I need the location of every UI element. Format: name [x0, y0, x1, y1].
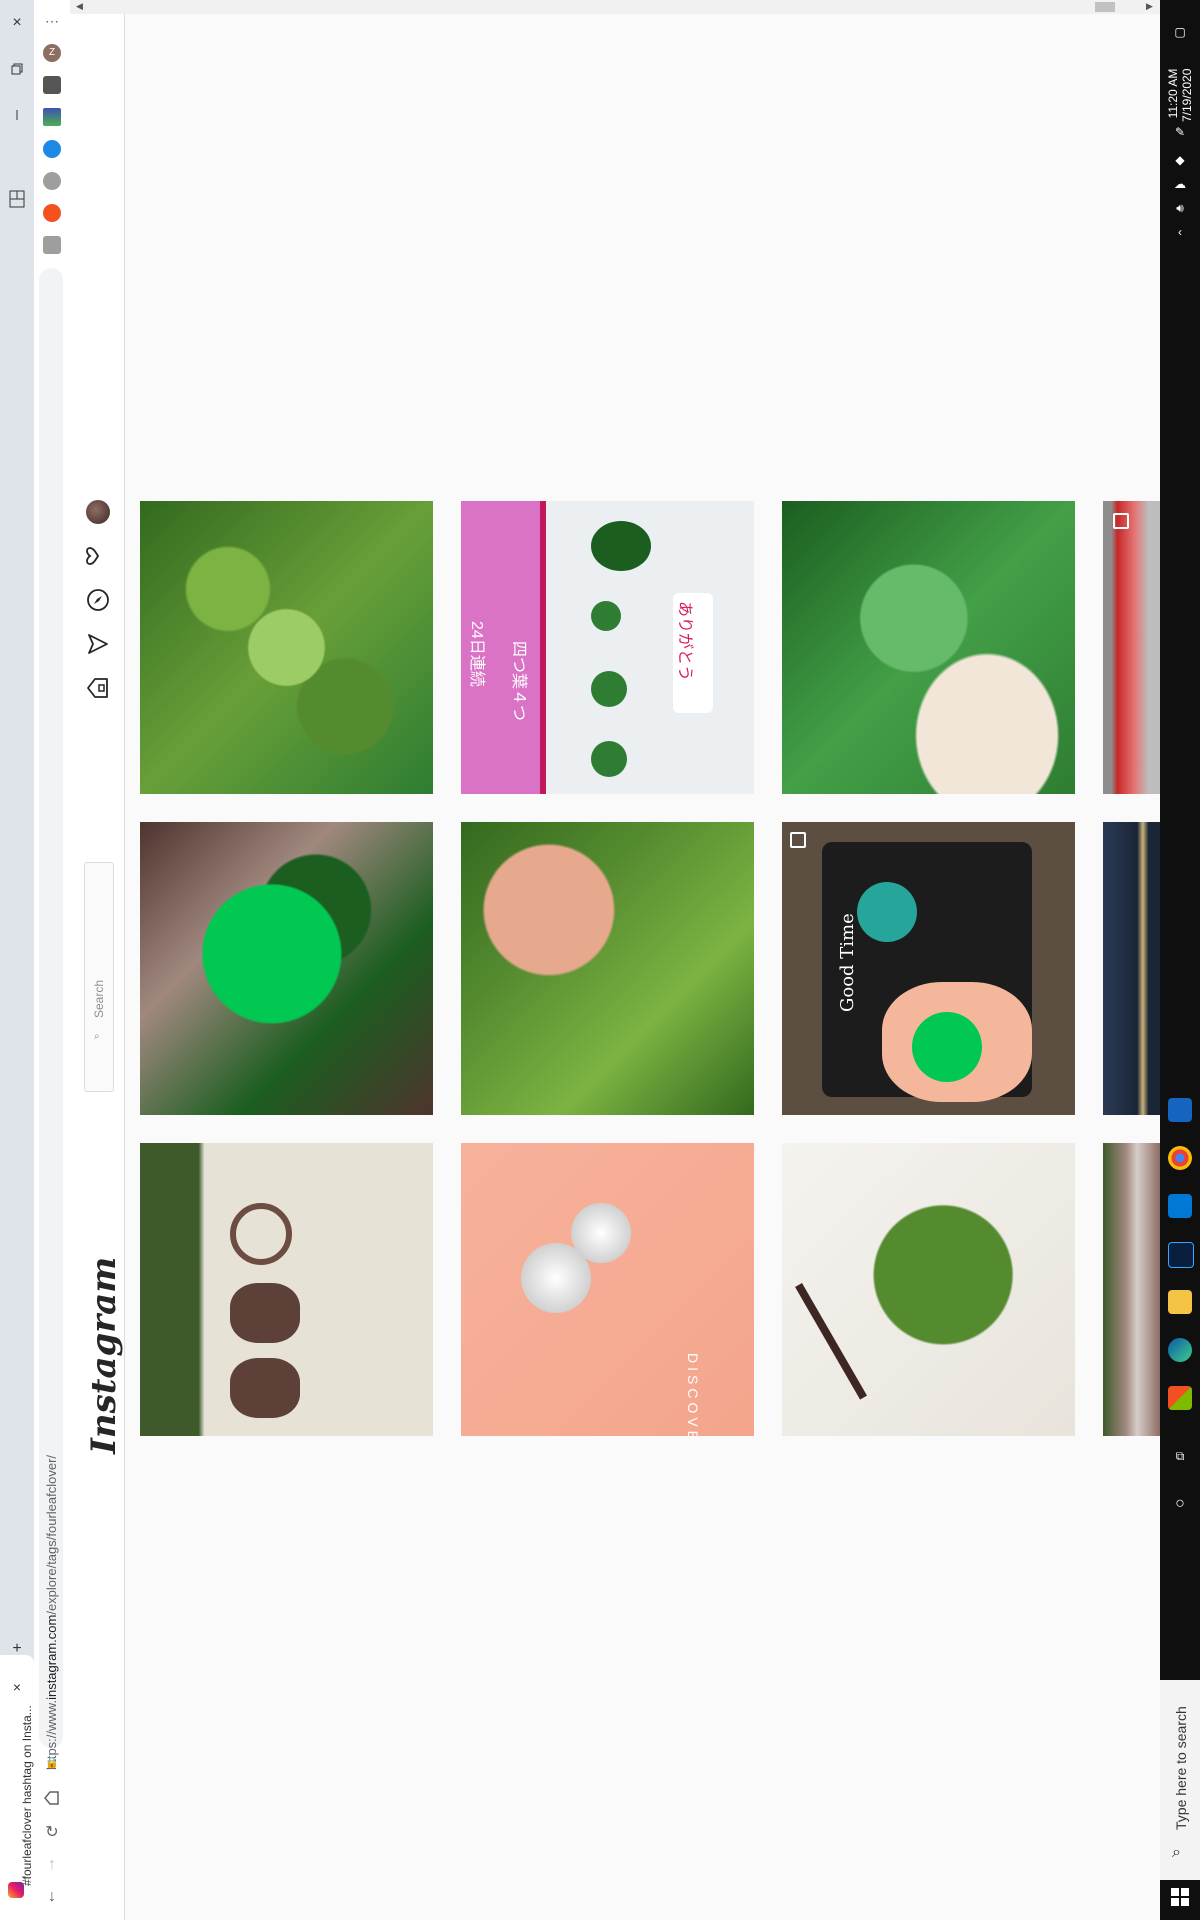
task-view-icon[interactable]: ⧉: [1172, 1448, 1188, 1464]
refresh-icon[interactable]: ↻: [41, 1822, 63, 1844]
post-thumbnail[interactable]: [1103, 1143, 1160, 1436]
explore-compass-icon[interactable]: [86, 588, 110, 612]
taskbar-clock[interactable]: 11:20 AM 7/19/2020: [1166, 69, 1194, 122]
multiple-photos-icon: [790, 832, 806, 848]
collections-icon[interactable]: [4, 186, 30, 212]
post-thumbnail[interactable]: [782, 501, 1075, 794]
post-thumbnail[interactable]: [782, 1143, 1075, 1436]
direct-send-icon[interactable]: [86, 632, 110, 656]
forward-icon[interactable]: ↑: [41, 1854, 63, 1876]
scroll-left-icon[interactable]: ◀: [76, 1, 83, 12]
url-path: /explore/tags/fourleafclover/: [44, 1454, 59, 1615]
tab-title-text: #fourleafclover hashtag on Insta...: [20, 1705, 34, 1886]
horizontal-scrollbar[interactable]: ◀ ▶: [70, 0, 1160, 14]
store-icon[interactable]: [1168, 1386, 1192, 1410]
search-placeholder: Search: [92, 979, 106, 1018]
extension-grey-icon[interactable]: [43, 172, 61, 190]
post-text-streak: 24日連続: [468, 621, 485, 687]
post-thumbnail[interactable]: DISCOVER: [461, 1143, 754, 1436]
instagram-logo[interactable]: Instagram: [84, 1257, 124, 1454]
browser-tab-strip: × + × #fourleafclover hashtag on Insta..…: [0, 0, 34, 1920]
close-window-icon[interactable]: ×: [4, 10, 30, 36]
search-icon: ⌕: [94, 1031, 100, 1042]
post-thumbnail[interactable]: [1103, 822, 1160, 1115]
scroll-right-icon[interactable]: ▶: [1146, 1, 1153, 12]
scrollbar-thumb[interactable]: [1095, 2, 1115, 12]
post-thumbnail[interactable]: [140, 822, 433, 1115]
chrome-icon[interactable]: [1168, 1146, 1192, 1170]
post-thumbnail[interactable]: Good Time: [782, 822, 1075, 1115]
windows-start-icon[interactable]: [1171, 1888, 1189, 1906]
extension-blue-icon[interactable]: [43, 140, 61, 158]
notifications-icon[interactable]: ▢: [1172, 24, 1188, 40]
file-explorer-icon[interactable]: [1168, 1290, 1192, 1314]
lock-icon[interactable]: 🔒: [41, 1752, 63, 1774]
profile-avatar[interactable]: Z: [43, 44, 61, 62]
photoshop-icon[interactable]: [1168, 1242, 1194, 1268]
taskbar-search-placeholder: Type here to search: [1173, 1706, 1189, 1830]
post-thumbnail[interactable]: [140, 501, 433, 794]
address-url[interactable]: https://www.instagram.com/explore/tags/f…: [44, 1455, 59, 1770]
taskbar-search-box[interactable]: Type here to search ⌕: [1160, 1680, 1200, 1880]
onedrive-icon[interactable]: ☁: [1172, 176, 1188, 192]
post-text-thanks: ありがとう: [676, 601, 693, 682]
home-icon[interactable]: [41, 1790, 63, 1812]
cortana-icon[interactable]: ○: [1172, 1496, 1188, 1512]
multiple-photos-icon: [1113, 513, 1129, 529]
settings-more-icon[interactable]: ⋯: [41, 10, 63, 32]
windows-taskbar: ▢ 11:20 AM 7/19/2020 ✎ ◆ ☁ 🔊︎ ‹ ⧉ ○ Type…: [1160, 0, 1200, 1920]
post-thumbnail[interactable]: [1103, 501, 1160, 794]
outlook-icon[interactable]: [1168, 1194, 1192, 1218]
post-thumbnail[interactable]: [140, 1143, 433, 1436]
dropbox-icon[interactable]: ◆: [1172, 152, 1188, 168]
post-text-four: 四つ葉４つ: [510, 641, 527, 722]
extension-chart-icon[interactable]: [43, 108, 61, 126]
browser-toolbar: ⋯ Z https://www.instagram.com/explore/ta…: [34, 0, 71, 1920]
post-grid: 24日連続 四つ葉４つ ありがとう Good Time DISCOVER: [124, 14, 1160, 1920]
taskbar-time: 11:20 AM: [1166, 68, 1180, 119]
home-icon[interactable]: [86, 676, 110, 700]
url-host: instagram.com: [44, 1614, 59, 1700]
activity-heart-icon[interactable]: [86, 544, 110, 568]
extension-g-icon[interactable]: [43, 236, 61, 254]
instagram-header: Search ⌕ Instagram: [70, 14, 125, 1920]
instagram-favicon-icon: [8, 1882, 24, 1898]
volume-icon[interactable]: 🔊︎: [1172, 200, 1188, 216]
post-text-good-time: Good Time: [837, 913, 858, 1012]
post-thumbnail[interactable]: 24日連続 四つ葉４つ ありがとう: [461, 501, 754, 794]
taskbar-search-icon: ⌕: [1172, 1844, 1181, 1861]
tab-title: #fourleafclover hashtag on Insta...: [2, 1668, 36, 1898]
app-settings-icon[interactable]: [1168, 1098, 1192, 1122]
search-input[interactable]: Search ⌕: [84, 862, 114, 1092]
back-icon[interactable]: ↓: [41, 1886, 63, 1908]
extensions-puzzle-icon[interactable]: [43, 76, 61, 94]
pen-icon[interactable]: ✎: [1172, 124, 1188, 140]
extension-orange-icon[interactable]: [43, 204, 61, 222]
taskbar-date: 7/19/2020: [1180, 68, 1194, 122]
profile-avatar-icon[interactable]: [86, 500, 110, 524]
post-text-discover: DISCOVER: [685, 1353, 701, 1436]
restore-window-icon[interactable]: [4, 56, 30, 82]
show-hidden-icons-icon[interactable]: ‹: [1172, 224, 1188, 240]
minimize-window-icon[interactable]: [4, 102, 30, 128]
edge-icon[interactable]: [1168, 1338, 1192, 1362]
post-thumbnail[interactable]: [461, 822, 754, 1115]
